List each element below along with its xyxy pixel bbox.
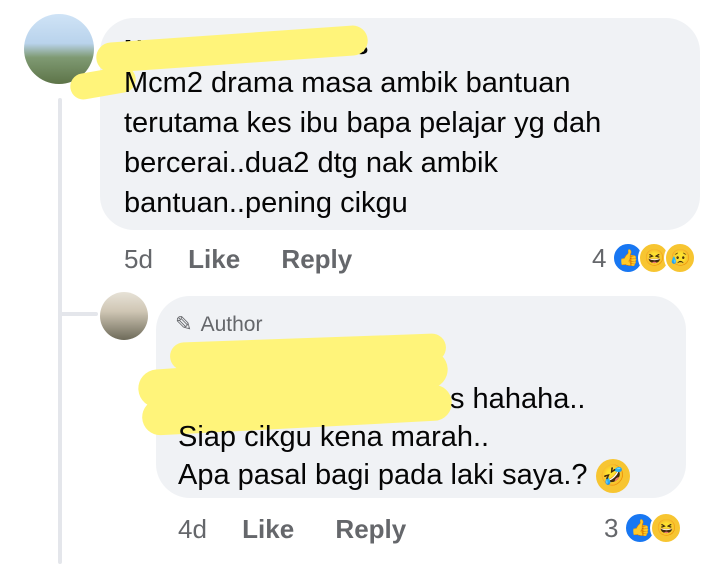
comment-text: Apa pasal bagi pada laki saya.?	[178, 459, 588, 491]
comment-text-line: Mcm2 drama masa ambik bantuan	[124, 67, 571, 99]
comment-text-line: terutama kes ibu bapa pelajar yg dah	[124, 107, 602, 139]
like-button[interactable]: Like	[242, 514, 294, 544]
avatar[interactable]	[100, 292, 148, 340]
thread-connector	[60, 312, 98, 316]
like-button[interactable]: Like	[188, 244, 240, 274]
comment-timestamp[interactable]: 5d	[124, 244, 153, 274]
laughing-emoji-icon: 🤣	[595, 459, 630, 494]
reaction-count: 4	[592, 242, 607, 273]
reaction-summary[interactable]: 3 👍 😆	[604, 512, 683, 544]
comment-actions: 5d Like Reply	[124, 244, 352, 275]
author-badge-label: Author	[200, 312, 263, 336]
comment-text-line: Apa pasal bagi pada laki saya.? 🤣	[178, 456, 630, 494]
author-badge: ✎ Author	[175, 312, 262, 337]
comment-timestamp[interactable]: 4d	[178, 514, 207, 544]
comment-text-line: s hahaha..	[450, 383, 586, 415]
reaction-count: 3	[604, 512, 619, 543]
reply-button[interactable]: Reply	[335, 514, 406, 544]
haha-icon: 😆	[650, 512, 683, 544]
reply-button[interactable]: Reply	[281, 244, 352, 274]
pencil-icon: ✎	[175, 313, 193, 336]
comment-text-line: bercerai..dua2 dtg nak ambik	[124, 147, 498, 179]
thread-line	[58, 98, 62, 564]
comment-text-line: bantuan..pening cikgu	[124, 187, 408, 219]
comment-actions: 4d Like Reply	[178, 514, 406, 545]
sad-icon: 😥	[664, 242, 697, 274]
comment-text-line: Siap cikgu kena marah..	[178, 421, 490, 453]
reaction-summary[interactable]: 4 👍 😆 😥	[592, 242, 697, 274]
